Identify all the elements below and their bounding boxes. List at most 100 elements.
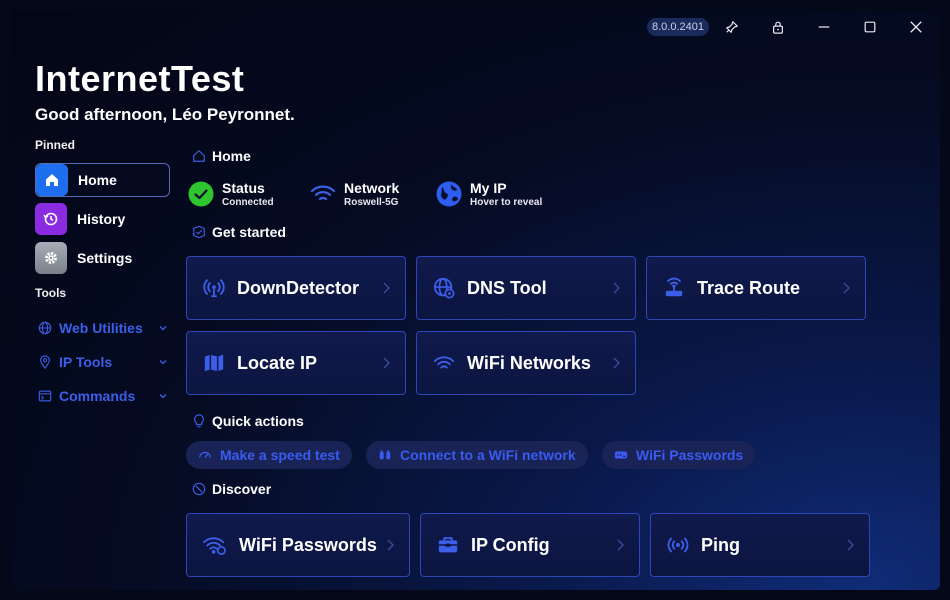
connect-wifi-label: Connect to a WiFi network	[400, 447, 576, 463]
discover-header: Discover	[192, 481, 271, 497]
card-label: Trace Route	[697, 277, 801, 298]
sidebar-item-label: Home	[78, 172, 117, 188]
minimize-button[interactable]	[809, 15, 839, 39]
sidebar-item-settings[interactable]: Settings	[35, 241, 170, 275]
chevron-right-icon	[613, 282, 620, 294]
card-label: Ping	[701, 534, 740, 555]
card-label: WiFi Networks	[467, 352, 591, 373]
pin-icon	[726, 21, 738, 33]
greeting-text: Good afternoon, Léo Peyronnet.	[35, 105, 295, 124]
breadcrumb: Home	[192, 148, 251, 164]
close-button[interactable]	[901, 15, 931, 39]
chevron-right-icon	[847, 539, 854, 551]
card-label: DNS Tool	[467, 277, 547, 298]
dns-tool-card[interactable]: DNS Tool	[416, 256, 636, 320]
ping-card[interactable]: Ping	[650, 513, 870, 577]
locate-ip-card[interactable]: Locate IP	[186, 331, 406, 395]
terminal-icon	[38, 390, 52, 402]
home-outline-icon	[193, 150, 205, 162]
app-window: 8.0.0.2401 InternetTest Good afternoon, …	[10, 10, 940, 590]
sidebar-item-commands[interactable]: Commands	[38, 388, 168, 404]
chevron-down-icon	[159, 394, 167, 399]
wifi-networks-card[interactable]: WiFi Networks	[416, 331, 636, 395]
chevron-right-icon	[843, 282, 850, 294]
version-badge: 8.0.0.2401	[647, 18, 709, 36]
sidebar-item-history[interactable]: History	[35, 202, 170, 236]
app-title: InternetTest	[35, 58, 245, 99]
discover-wifi-passwords-card[interactable]: WiFi Passwords	[186, 513, 410, 577]
check-circle-icon	[188, 181, 214, 207]
chevron-right-icon	[383, 357, 390, 369]
lock-icon	[773, 21, 783, 34]
sidebar-item-label: Settings	[77, 250, 133, 266]
my-ip-indicator[interactable]: My IP Hover to reveal	[436, 180, 542, 208]
chevron-right-icon	[613, 357, 620, 369]
network-indicator: Network Roswell-5G	[310, 180, 399, 208]
status-title: Status	[222, 180, 265, 196]
network-value: Roswell-5G	[344, 197, 399, 208]
my-ip-value: Hover to reveal	[470, 197, 543, 208]
broadcast-icon	[667, 537, 689, 553]
location-pin-icon	[40, 355, 50, 369]
sidebar-item-web-utilities[interactable]: Web Utilities	[38, 320, 168, 336]
sidebar-item-label: History	[77, 211, 126, 227]
quick-actions-label: Quick actions	[212, 413, 304, 429]
status-value: Connected	[222, 197, 274, 208]
chevron-down-icon	[159, 360, 167, 365]
connect-wifi-button[interactable]: Connect to a WiFi network	[366, 441, 588, 469]
wifi-passwords-label: WiFi Passwords	[636, 447, 744, 463]
gear-icon	[35, 242, 67, 274]
globe-icon	[38, 321, 52, 335]
card-label: WiFi Passwords	[239, 534, 377, 555]
password-icon	[614, 451, 628, 459]
router-icon	[665, 277, 683, 297]
speed-test-label: Make a speed test	[220, 447, 340, 463]
wifi-passwords-button[interactable]: WiFi Passwords	[602, 441, 756, 469]
card-label: Locate IP	[237, 352, 318, 373]
tools-section-label: Tools	[35, 286, 67, 300]
minimize-icon	[818, 26, 830, 28]
compass-icon	[192, 482, 206, 496]
sidebar-item-label: Commands	[59, 388, 136, 404]
my-ip-title: My IP	[470, 180, 507, 196]
history-icon	[35, 203, 67, 235]
network-title: Network	[344, 180, 400, 196]
checkbox-icon	[193, 225, 205, 239]
speed-test-button[interactable]: Make a speed test	[186, 441, 352, 469]
dns-globe-icon	[433, 277, 455, 299]
get-started-header: Get started	[192, 224, 286, 240]
wifi-lock-icon	[203, 537, 226, 555]
chevron-down-icon	[159, 326, 167, 331]
home-icon	[36, 164, 68, 196]
chevron-right-icon	[617, 539, 624, 551]
pin-window-button[interactable]	[717, 15, 747, 39]
breadcrumb-label: Home	[212, 148, 251, 164]
sidebar-item-label: Web Utilities	[59, 320, 143, 336]
downdetector-card[interactable]: DownDetector	[186, 256, 406, 320]
toolbox-icon	[438, 537, 458, 553]
speedometer-icon	[199, 451, 211, 459]
get-started-label: Get started	[212, 224, 286, 240]
sidebar-item-home[interactable]: Home	[35, 163, 170, 197]
quick-actions-header: Quick actions	[192, 413, 304, 429]
close-icon	[910, 21, 922, 33]
wifi-icon	[433, 356, 455, 369]
trace-route-card[interactable]: Trace Route	[646, 256, 866, 320]
sidebar-item-ip-tools[interactable]: IP Tools	[38, 354, 168, 370]
chevron-right-icon	[387, 539, 394, 551]
maximize-button[interactable]	[855, 15, 885, 39]
chevron-right-icon	[383, 282, 390, 294]
pinned-section-label: Pinned	[35, 138, 76, 152]
card-label: DownDetector	[237, 277, 360, 298]
lock-window-button[interactable]	[763, 15, 793, 39]
wifi-icon	[310, 185, 336, 201]
plug-icon	[379, 449, 391, 460]
lightbulb-icon	[194, 414, 204, 428]
card-label: IP Config	[471, 534, 550, 555]
status-indicator: Status Connected	[188, 180, 274, 208]
discover-label: Discover	[212, 481, 272, 497]
sidebar-item-label: IP Tools	[59, 354, 113, 370]
ip-config-card[interactable]: IP Config	[420, 513, 640, 577]
antenna-icon	[203, 279, 225, 298]
globe-filled-icon	[436, 181, 462, 207]
